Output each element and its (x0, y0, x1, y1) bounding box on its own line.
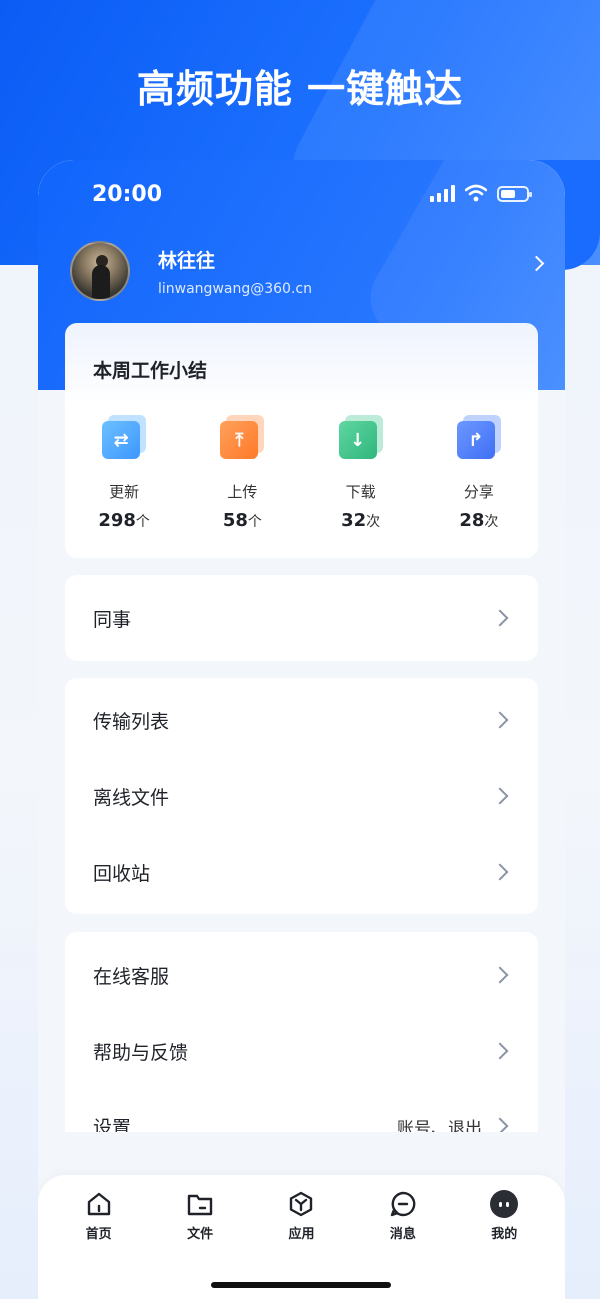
summary-title: 本周工作小结 (93, 360, 208, 382)
settings-extra: 账号、退出 (397, 1118, 482, 1133)
weekly-summary-card: 本周工作小结 ⇄ 更新 298个 ⤒ 上传 58个 ↓ 下载 32次 ↱ 分享 … (65, 323, 538, 558)
sync-icon: ⇄ (102, 415, 147, 459)
files-card: 传输列表 离线文件 回收站 (65, 678, 538, 914)
status-icons (430, 184, 532, 202)
menu-transfer-list[interactable]: 传输列表 (65, 682, 538, 758)
home-icon (84, 1189, 114, 1219)
battery-icon (497, 186, 532, 202)
menu-settings[interactable]: 设置 账号、退出 (65, 1088, 538, 1132)
tab-bar: 首页 文件 应用 消息 我的 (38, 1175, 565, 1299)
chevron-right-icon[interactable] (528, 255, 545, 272)
tab-mine[interactable]: 我的 (464, 1189, 544, 1242)
tab-messages[interactable]: 消息 (363, 1189, 443, 1242)
chevron-right-icon (491, 966, 509, 984)
stat-shares[interactable]: ↱ 分享 28次 (420, 415, 538, 531)
avatar[interactable] (70, 241, 130, 301)
chevron-right-icon (491, 1117, 509, 1132)
folder-icon (185, 1189, 215, 1219)
user-name: 林往往 (158, 249, 216, 272)
tab-apps[interactable]: 应用 (261, 1189, 341, 1242)
signal-icon (430, 184, 455, 202)
home-indicator (211, 1282, 391, 1288)
chevron-right-icon (491, 1042, 509, 1060)
phone-screen: 20:00 林往往 linwangwang@360.cn 本周工作小结 ⇄ 更新… (38, 160, 565, 1299)
menu-online-service[interactable]: 在线客服 (65, 937, 538, 1013)
chevron-right-icon (491, 787, 509, 805)
tab-files[interactable]: 文件 (160, 1189, 240, 1242)
menu-help-feedback[interactable]: 帮助与反馈 (65, 1013, 538, 1089)
status-time: 20:00 (92, 182, 163, 207)
message-icon (388, 1189, 418, 1219)
menu-recycle-bin[interactable]: 回收站 (65, 834, 538, 910)
tab-home[interactable]: 首页 (59, 1189, 139, 1242)
chevron-right-icon (491, 609, 509, 627)
colleagues-card: 同事 (65, 575, 538, 661)
download-icon: ↓ (338, 415, 383, 459)
upload-icon: ⤒ (220, 415, 265, 459)
share-icon: ↱ (456, 415, 501, 459)
chevron-right-icon (491, 863, 509, 881)
profile-row[interactable]: 林往往 linwangwang@360.cn (70, 240, 545, 302)
apps-cube-icon (286, 1189, 316, 1219)
stat-updates[interactable]: ⇄ 更新 298个 (65, 415, 183, 531)
stat-uploads[interactable]: ⤒ 上传 58个 (183, 415, 301, 531)
menu-colleagues[interactable]: 同事 (65, 580, 538, 656)
profile-face-icon (489, 1189, 519, 1219)
chevron-right-icon (491, 711, 509, 729)
wifi-icon (465, 184, 487, 202)
stat-downloads[interactable]: ↓ 下载 32次 (302, 415, 420, 531)
support-card: 在线客服 帮助与反馈 设置 账号、退出 (65, 932, 538, 1132)
menu-offline-files[interactable]: 离线文件 (65, 758, 538, 834)
hero-title: 高频功能 一键触达 (136, 67, 464, 111)
user-email: linwangwang@360.cn (158, 280, 312, 297)
